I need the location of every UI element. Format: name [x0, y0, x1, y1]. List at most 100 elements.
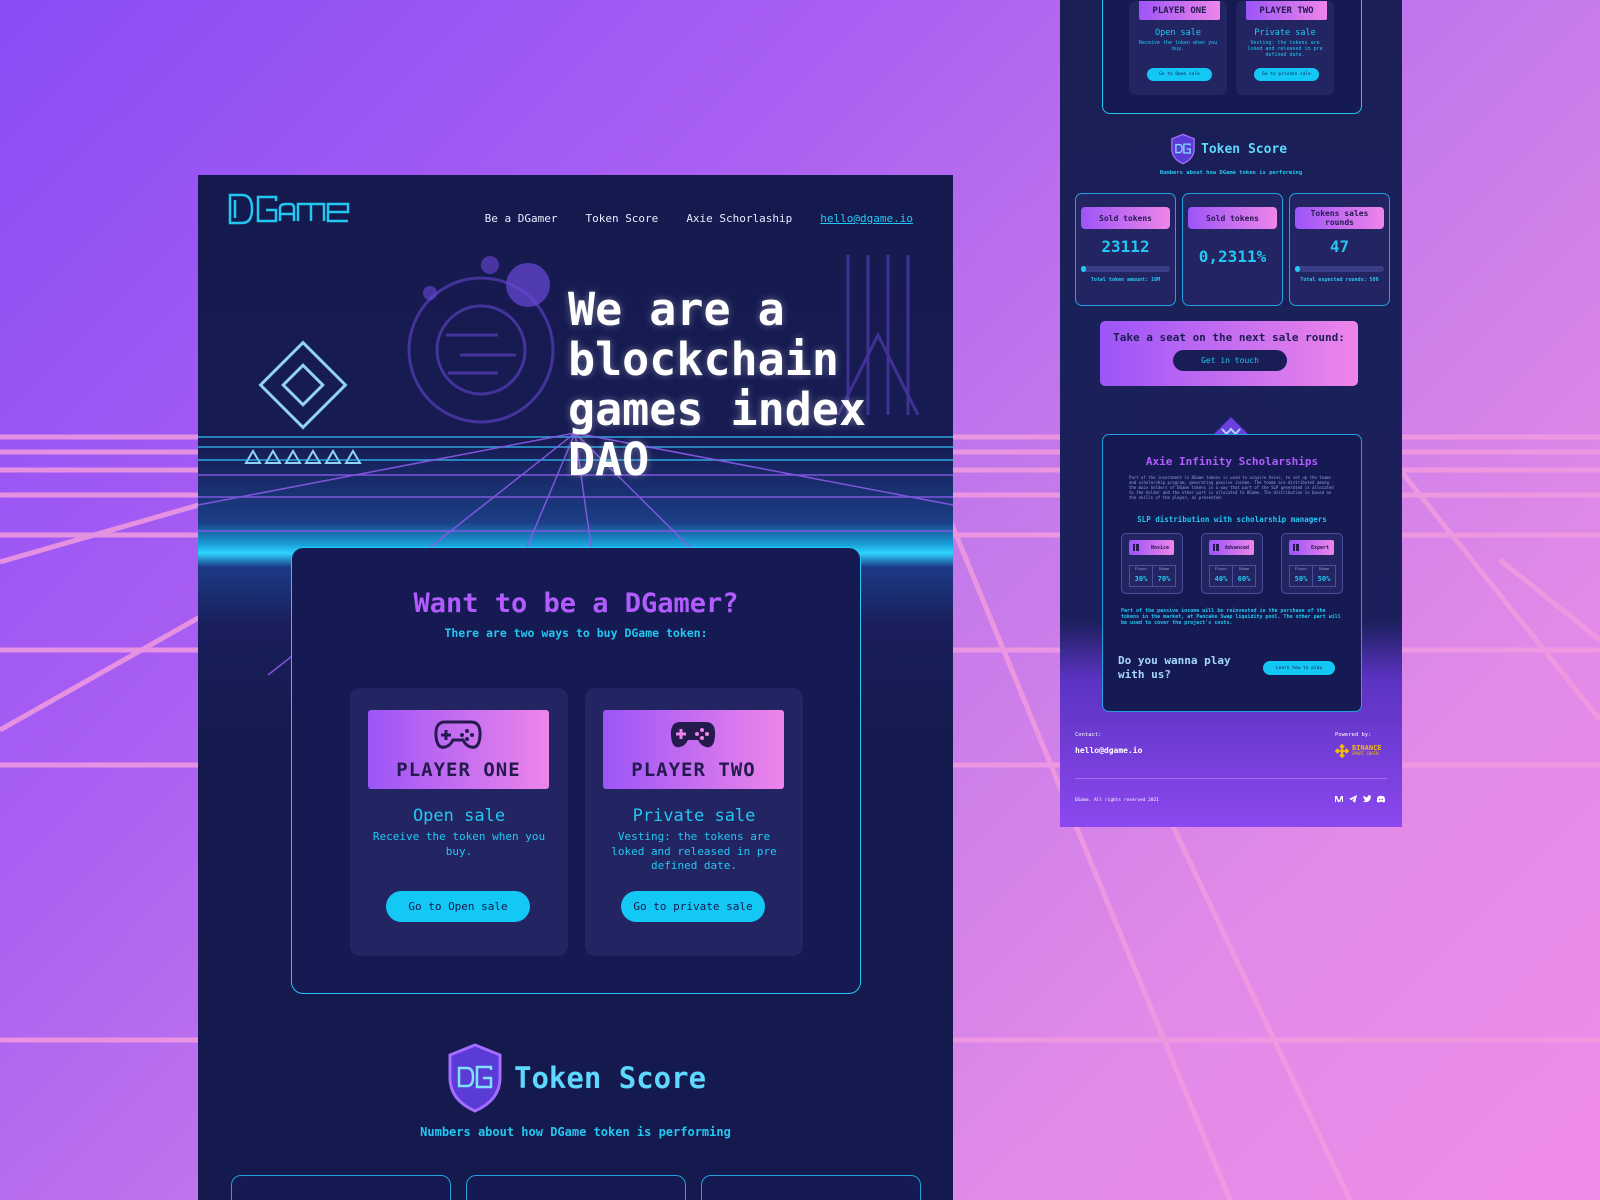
r-player-one-label: PLAYER ONE [1152, 6, 1207, 16]
stat-card-2-partial [466, 1175, 686, 1200]
tier-label: Advanced [1209, 540, 1254, 555]
social-links [1334, 794, 1386, 804]
get-in-touch-button[interactable]: Get in touch [1173, 350, 1287, 371]
telegram-icon[interactable] [1348, 794, 1358, 804]
buy-title: Want to be a DGamer? [413, 588, 739, 619]
dgame-share-value: 50% [1317, 575, 1331, 583]
r-go-to-private-sale-button[interactable]: Go to private sale [1254, 68, 1319, 81]
stat-progress-bar [1081, 266, 1170, 272]
gamepad-filled-icon [670, 722, 716, 748]
open-sale-desc: Receive the token when you buy. [372, 830, 546, 858]
tier-novice: Novice Player 30% DGame 70% [1121, 533, 1183, 594]
binance-sub: SMART CHAIN [1352, 751, 1379, 756]
cta-text: Take a seat on the next sale round: [1113, 331, 1345, 344]
stat-label: Sold tokens [1188, 207, 1277, 229]
next-sale-cta: Take a seat on the next sale round: Get … [1100, 321, 1358, 386]
r-dgame-shield-icon [1171, 133, 1195, 165]
player-share-value: 50% [1294, 575, 1308, 583]
tier-expert: Expert Player 50% DGame 50% [1281, 533, 1343, 594]
stat-value: 47 [1329, 237, 1350, 256]
stat-label: Sold tokens [1081, 207, 1170, 229]
r-player-two-card: PLAYER TWO Private sale Vesting: the tok… [1236, 1, 1334, 95]
buy-subtitle: There are two ways to buy DGame token: [444, 626, 708, 640]
r-player-one-card: PLAYER ONE Open sale Receive the token w… [1129, 1, 1227, 95]
twitter-icon[interactable] [1362, 794, 1372, 804]
tier-split: Player 50% DGame 50% [1289, 565, 1336, 587]
stat-value: 23112 [1101, 237, 1150, 256]
footer-contact-label: Contact: [1075, 732, 1102, 738]
token-score-heading: Token Score [446, 1042, 706, 1114]
player-share-value: 40% [1214, 575, 1228, 583]
dgame-share: DGame 60% [1232, 566, 1255, 586]
nav-be-a-dgamer[interactable]: Be a DGamer [485, 212, 558, 225]
tier-split: Player 40% DGame 60% [1209, 565, 1256, 587]
token-score-subtitle: Numbers about how DGame token is perform… [420, 1125, 731, 1139]
go-to-private-sale-button[interactable]: Go to private sale [621, 891, 765, 922]
r-go-to-open-sale-button[interactable]: Go to Open sale [1147, 68, 1212, 81]
stat-note: Total expected rounds: 500 [1300, 277, 1379, 283]
r-private-sale-title: Private sale [1254, 28, 1316, 38]
player-share: Player 40% [1210, 566, 1232, 586]
footer-copyright: DGame. All rights reserved 2021 [1075, 798, 1159, 803]
stat-value: 0,2311% [1198, 247, 1267, 266]
player-share: Player 30% [1130, 566, 1152, 586]
dgame-share: DGame 50% [1312, 566, 1335, 586]
play-with-us-text: Do you wanna play with us? [1118, 654, 1231, 681]
axie-footnote: Part of the passive income will be reinv… [1121, 608, 1341, 626]
player-two-label: PLAYER TWO [631, 759, 756, 781]
hero-title: We are a blockchain games index DAO [568, 283, 867, 486]
nav-token-score[interactable]: Token Score [585, 212, 658, 225]
dgame-logo[interactable] [228, 192, 353, 226]
landing-page-main: Be a DGamer Token Score Axie Schorlaship… [198, 175, 953, 1200]
slp-distribution-title: SLP distribution with scholarship manage… [1137, 515, 1327, 524]
landing-page-full-preview: PLAYER ONE Open sale Receive the token w… [1060, 0, 1402, 827]
footer-divider [1075, 778, 1387, 779]
player-share: Player 50% [1290, 566, 1312, 586]
binance-logo: BINANCE SMART CHAIN [1335, 744, 1382, 758]
stat-progress-bar [1295, 266, 1384, 272]
r-open-sale-desc: Receive the token when you buy. [1138, 40, 1218, 52]
stat-card-sales-rounds: Tokens sales rounds 47 Total expected ro… [1289, 193, 1390, 306]
axie-body: Part of the investment in DGame tokens i… [1129, 475, 1334, 500]
r-token-score-heading: Token Score [1170, 133, 1287, 165]
open-sale-title: Open sale [412, 806, 506, 826]
token-score-title: Token Score [514, 1061, 707, 1095]
r-player-two-label: PLAYER TWO [1259, 6, 1314, 16]
stat-note: Total token amount: 10M [1090, 277, 1161, 283]
axie-title: Axie Infinity Scholarships [1145, 455, 1319, 468]
stat-card-1-partial [231, 1175, 451, 1200]
discord-icon[interactable] [1376, 794, 1386, 804]
r-private-sale-desc: Vesting: the tokens are loked and releas… [1247, 40, 1323, 58]
stat-card-sold-percent: Sold tokens 0,2311% [1182, 193, 1283, 306]
private-sale-title: Private sale [632, 806, 756, 826]
tier-advanced: Advanced Player 40% DGame 60% [1201, 533, 1263, 594]
nav-email-link[interactable]: hello@dgame.io [820, 212, 913, 225]
learn-how-to-play-button[interactable]: Learn how to play [1263, 661, 1335, 675]
footer-email[interactable]: hello@dgame.io [1075, 746, 1142, 755]
player-share-value: 30% [1134, 575, 1148, 583]
dgame-shield-icon [448, 1043, 502, 1113]
stat-card-sold-tokens: Sold tokens 23112 Total token amount: 10… [1075, 193, 1176, 306]
r-token-score-title: Token Score [1201, 141, 1288, 157]
player-one-card: PLAYER ONE Open sale Receive the token w… [350, 688, 568, 956]
dgame-share-value: 70% [1157, 575, 1171, 583]
tier-label: Expert [1289, 540, 1334, 555]
r-player-two-banner: PLAYER TWO [1246, 1, 1327, 20]
player-one-label: PLAYER ONE [396, 759, 521, 781]
r-buy-card: PLAYER ONE Open sale Receive the token w… [1102, 0, 1362, 114]
player-share-label: Player [1214, 567, 1228, 571]
player-share-label: Player [1294, 567, 1308, 571]
player-two-card: PLAYER TWO Private sale Vesting: the tok… [585, 688, 803, 956]
player-two-banner: PLAYER TWO [603, 710, 784, 789]
footer-powered-label: Powered by: [1335, 732, 1372, 738]
medium-icon[interactable] [1334, 794, 1344, 804]
go-to-open-sale-button[interactable]: Go to Open sale [386, 891, 530, 922]
stat-card-3-partial [701, 1175, 921, 1200]
main-nav: Be a DGamer Token Score Axie Schorlaship… [485, 212, 913, 225]
dgame-share-label: DGame [1318, 567, 1330, 571]
dgame-share-label: DGame [1158, 567, 1170, 571]
gamepad-outline-icon [434, 720, 482, 749]
dgame-share: DGame 70% [1152, 566, 1175, 586]
nav-axie-scholarship[interactable]: Axie Schorlaship [686, 212, 792, 225]
dgame-share-label: DGame [1238, 567, 1250, 571]
